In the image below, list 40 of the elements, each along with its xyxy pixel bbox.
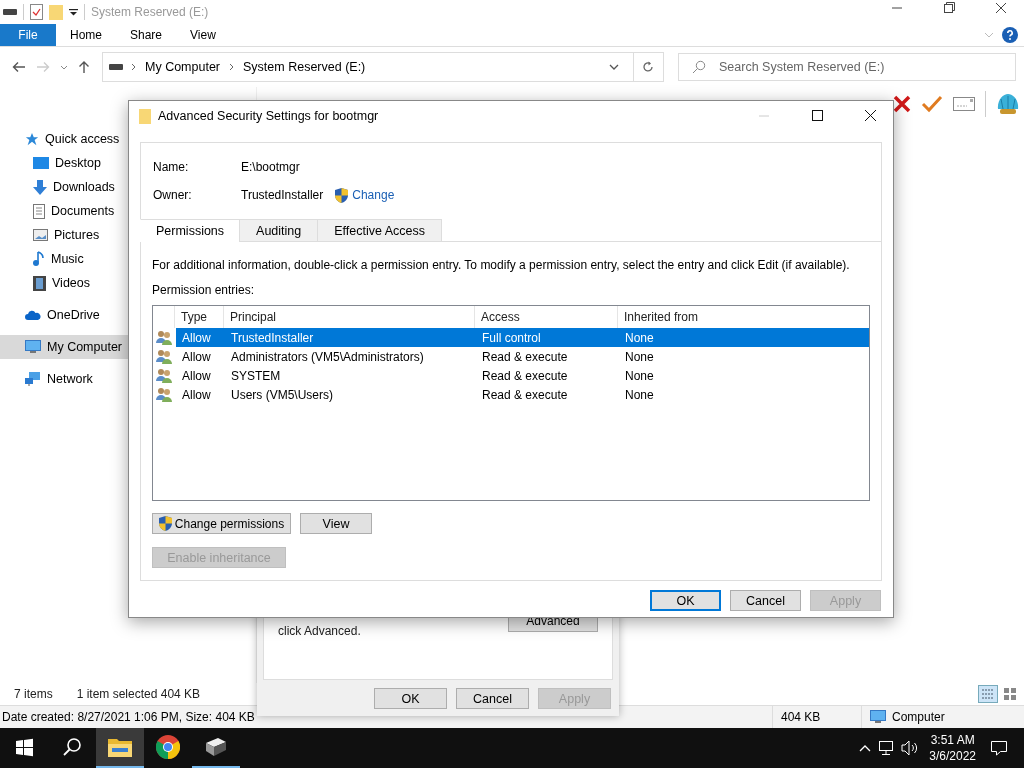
nav-label: Music: [51, 252, 84, 266]
table-cell-text: Read & execute: [481, 368, 569, 383]
field-value: E:\bootmgr: [241, 160, 300, 174]
entries-label: Permission entries:: [152, 283, 256, 297]
table-cell-text: None: [624, 368, 655, 383]
field-label: Owner:: [153, 188, 193, 202]
nav-label: Network: [47, 372, 93, 386]
table-cell-text: None: [624, 387, 655, 402]
details-text: Date created: 8/27/2021 1:06 PM, Size: 404 KB: [2, 710, 256, 724]
table-cell-text: Read & execute: [481, 349, 569, 364]
nav-label: Quick access: [45, 132, 120, 146]
nav-label: Documents: [51, 204, 115, 218]
window-title: System Reserved (E:): [91, 5, 209, 19]
dialog-title: Advanced Security Settings for bootmgr: [158, 109, 379, 123]
size-text: 404 KB: [780, 710, 822, 724]
field-label: Name:: [153, 160, 190, 174]
table-cell-text: Allow: [181, 330, 212, 345]
nav-label: Desktop: [55, 156, 101, 170]
zone-text: Computer: [892, 710, 945, 724]
table-cell-text: TrustedInstaller: [230, 330, 315, 345]
nav-label: Videos: [52, 276, 90, 290]
nav-label: OneDrive: [47, 308, 100, 322]
nav-label: My Computer: [47, 340, 123, 354]
table-cell-text: Full control: [481, 330, 542, 345]
table-cell-text: Allow: [181, 387, 212, 402]
selection-info: 1 item selected 404 KB: [76, 687, 201, 701]
info-text: For additional information, double-click a permission entry. To modify a permission entry, select the entry and click Edit (if available).: [152, 258, 851, 272]
table-cell-text: Users (VM5\Users): [230, 387, 334, 402]
table-cell-text: Administrators (VM5\Administrators): [230, 349, 425, 364]
field-value: TrustedInstaller: [241, 188, 324, 202]
table-cell-text: None: [624, 349, 655, 364]
nav-label: Downloads: [53, 180, 115, 194]
table-cell-text: Allow: [181, 368, 212, 383]
table-cell-text: SYSTEM: [230, 368, 282, 383]
table-cell-text: Read & execute: [481, 387, 569, 402]
table-cell-text: None: [624, 330, 655, 345]
dialog-text: click Advanced.: [278, 624, 361, 638]
table-cell-text: Allow: [181, 349, 212, 364]
nav-label: Pictures: [54, 228, 100, 242]
item-count: 7 items: [14, 687, 53, 701]
